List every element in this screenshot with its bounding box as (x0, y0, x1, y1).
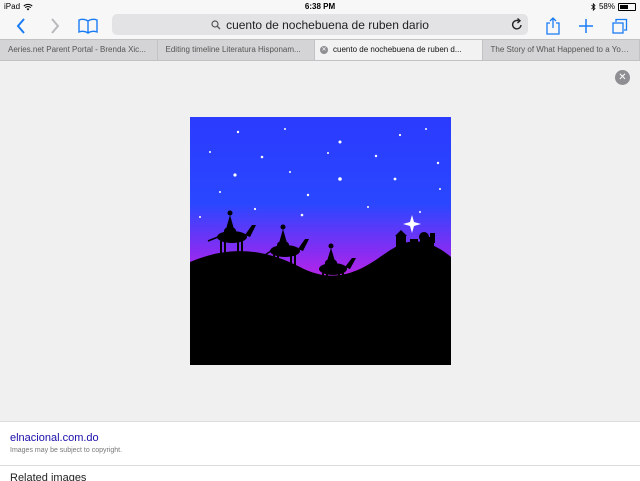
new-tab-button[interactable] (576, 15, 596, 37)
address-text: cuento de nochebuena de ruben dario (226, 18, 429, 32)
plus-icon (578, 18, 594, 34)
source-link[interactable]: elnacional.com.do (10, 432, 99, 444)
copyright-notice: Images may be subject to copyright. (10, 447, 122, 454)
related-images-panel: Related images (0, 465, 640, 481)
tabs-button[interactable] (610, 15, 630, 37)
tab-cuento-active[interactable]: ✕ cuento de nochebuena de ruben d... (315, 40, 483, 60)
tab-title: Aeries.net Parent Portal - Brenda Xic... (8, 45, 146, 54)
image-preview[interactable] (190, 117, 451, 365)
share-button[interactable] (543, 15, 563, 37)
tab-title: cuento de nochebuena de ruben d... (333, 45, 462, 54)
browser-toolbar: cuento de nochebuena de ruben dario (0, 13, 640, 39)
tab-editing-timeline[interactable]: Editing timeline Literatura Hisponam... (158, 40, 316, 60)
address-bar[interactable]: cuento de nochebuena de ruben dario (112, 14, 528, 35)
reload-icon[interactable] (511, 17, 523, 31)
search-icon (211, 20, 221, 30)
book-icon (78, 18, 98, 34)
tab-title: The Story of What Happened to a You... (491, 45, 632, 54)
close-viewer-button[interactable]: ✕ (615, 70, 630, 85)
tab-close-icon[interactable]: ✕ (320, 46, 328, 54)
chevron-right-icon (50, 18, 60, 34)
tab-story[interactable]: The Story of What Happened to a You... (483, 40, 640, 60)
forward-button[interactable] (46, 15, 64, 37)
tab-strip: Aeries.net Parent Portal - Brenda Xic...… (0, 39, 640, 61)
status-bar: iPad 6:38 PM 58% (0, 0, 640, 13)
chevron-left-icon (16, 18, 26, 34)
share-icon (546, 17, 560, 35)
battery-percent: 58% (599, 2, 615, 11)
tabs-icon (612, 18, 628, 34)
tab-title: Editing timeline Literatura Hisponam... (166, 45, 301, 54)
tab-aeries[interactable]: Aeries.net Parent Portal - Brenda Xic... (0, 40, 158, 60)
nativity-image (190, 117, 451, 365)
status-right: 58% (591, 2, 636, 11)
back-button[interactable] (12, 15, 30, 37)
battery-icon (618, 3, 636, 11)
status-time: 6:38 PM (0, 2, 640, 11)
close-icon: ✕ (618, 72, 626, 83)
bluetooth-icon (591, 3, 596, 11)
image-info-panel: elnacional.com.do Images may be subject … (0, 421, 640, 466)
battery-level (620, 5, 628, 9)
bookmarks-button[interactable] (76, 15, 100, 37)
